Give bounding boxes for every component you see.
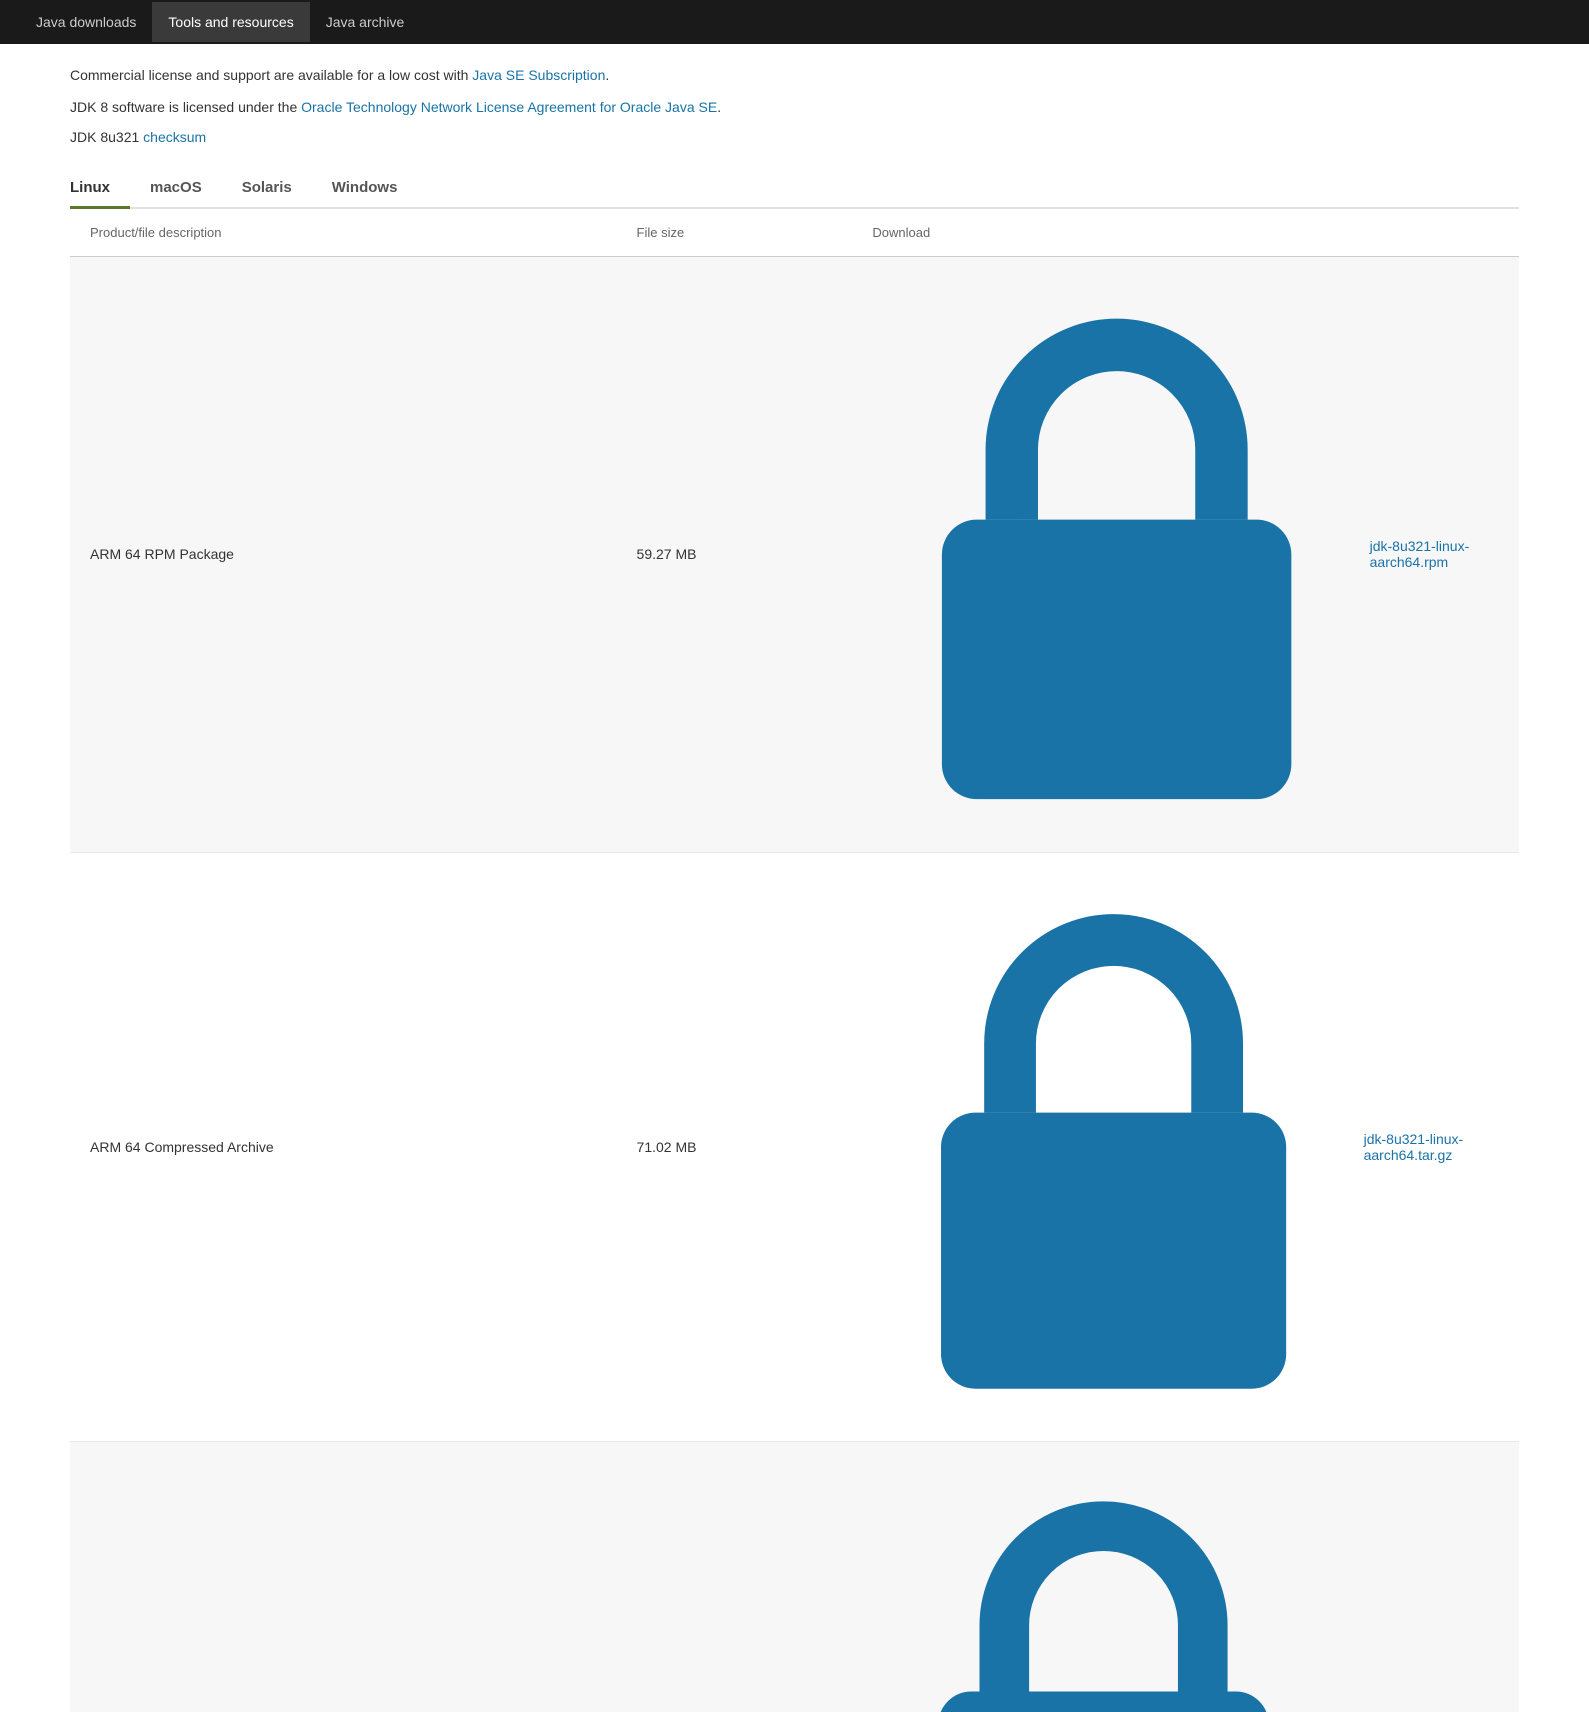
download-table-wrapper: Product/file description File size Downl… (70, 209, 1519, 1712)
col-header-filesize: File size (625, 209, 861, 257)
row-download-cell: jdk-8u321-linux-arm32-vfp-hflt.tar.gz (860, 1442, 1519, 1712)
tab-solaris[interactable]: Solaris (242, 169, 312, 209)
tab-macos[interactable]: macOS (150, 169, 222, 209)
intro-text-2-prefix: JDK 8 software is licensed under the (70, 99, 301, 115)
oracle-license-link[interactable]: Oracle Technology Network License Agreem… (301, 99, 717, 115)
download-link[interactable]: jdk-8u321-linux-arm32-vfp-hflt.tar.gz (872, 1460, 1507, 1712)
row-description: ARM 64 Compressed Archive (70, 852, 625, 1441)
table-row: ARM 64 RPM Package59.27 MB jdk-8u321-lin… (70, 256, 1519, 852)
row-download-cell: jdk-8u321-linux-aarch64.rpm (860, 256, 1519, 852)
lock-icon (872, 871, 1355, 1423)
os-tabs: Linux macOS Solaris Windows (70, 169, 1519, 209)
intro-paragraph-1: Commercial license and support are avail… (70, 64, 1519, 86)
download-table: Product/file description File size Downl… (70, 209, 1519, 1712)
row-download-cell: jdk-8u321-linux-aarch64.tar.gz (860, 852, 1519, 1441)
checksum-prefix: JDK 8u321 (70, 129, 143, 145)
nav-java-archive[interactable]: Java archive (310, 2, 421, 42)
table-header-row: Product/file description File size Downl… (70, 209, 1519, 257)
col-header-download: Download (860, 209, 1519, 257)
checksum-link[interactable]: checksum (143, 129, 206, 145)
top-nav: Java downloads Tools and resources Java … (0, 0, 1589, 44)
table-row: ARM 32 Hard Float ABI73.71 MB jdk-8u321-… (70, 1442, 1519, 1712)
java-se-subscription-link[interactable]: Java SE Subscription (472, 67, 605, 83)
row-description: ARM 32 Hard Float ABI (70, 1442, 625, 1712)
lock-icon (872, 275, 1361, 834)
download-link[interactable]: jdk-8u321-linux-aarch64.tar.gz (872, 871, 1507, 1423)
main-content: Commercial license and support are avail… (0, 44, 1589, 1712)
col-header-description: Product/file description (70, 209, 625, 257)
nav-java-downloads[interactable]: Java downloads (20, 2, 152, 42)
checksum-line: JDK 8u321 checksum (70, 129, 1519, 145)
row-description: ARM 64 RPM Package (70, 256, 625, 852)
row-filesize: 71.02 MB (625, 852, 861, 1441)
download-filename: jdk-8u321-linux-arm32-vfp-hflt.tar.gz (1343, 1709, 1507, 1712)
nav-tools-resources[interactable]: Tools and resources (152, 2, 309, 42)
tab-windows[interactable]: Windows (332, 169, 418, 209)
lock-icon (872, 1460, 1335, 1712)
row-filesize: 73.71 MB (625, 1442, 861, 1712)
intro-text-suffix: . (605, 67, 609, 83)
intro-text-2-suffix: . (717, 99, 721, 115)
tab-linux[interactable]: Linux (70, 169, 130, 209)
download-link[interactable]: jdk-8u321-linux-aarch64.rpm (872, 275, 1507, 834)
intro-paragraph-2: JDK 8 software is licensed under the Ora… (70, 96, 1519, 118)
table-row: ARM 64 Compressed Archive71.02 MB jdk-8u… (70, 852, 1519, 1441)
intro-text-prefix: Commercial license and support are avail… (70, 67, 472, 83)
download-filename: jdk-8u321-linux-aarch64.rpm (1370, 538, 1507, 570)
download-filename: jdk-8u321-linux-aarch64.tar.gz (1364, 1131, 1507, 1163)
row-filesize: 59.27 MB (625, 256, 861, 852)
